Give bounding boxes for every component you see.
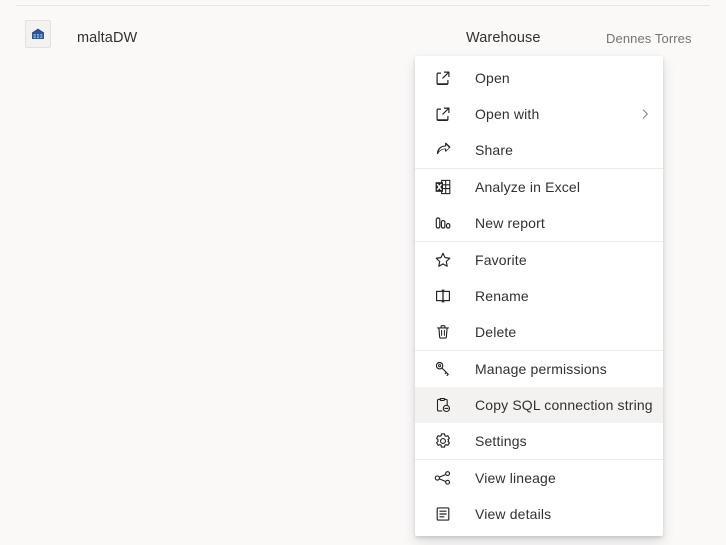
key-icon	[433, 359, 453, 379]
menu-item-label: Open	[475, 70, 510, 86]
menu-group: Analyze in Excel New report	[415, 168, 663, 241]
menu-group: View lineage View details	[415, 459, 663, 532]
menu-item-label: New report	[475, 215, 545, 231]
warehouse-icon	[25, 20, 51, 48]
menu-item-settings[interactable]: Settings	[415, 423, 663, 459]
menu-item-share[interactable]: Share	[415, 132, 663, 168]
rename-icon	[433, 286, 453, 306]
copy-link-icon	[433, 395, 453, 415]
item-name[interactable]: maltaDW	[77, 30, 137, 46]
menu-item-copy-sql-connection-string[interactable]: Copy SQL connection string	[415, 387, 663, 423]
menu-item-label: Analyze in Excel	[475, 179, 581, 195]
context-menu[interactable]: Open Open with Share Analyze in Excel New re…	[415, 56, 663, 536]
item-type: Warehouse	[466, 30, 541, 46]
trash-icon	[433, 322, 453, 342]
menu-item-delete[interactable]: Delete	[415, 314, 663, 350]
menu-item-manage-permissions[interactable]: Manage permissions	[415, 351, 663, 387]
menu-item-label: Delete	[475, 324, 517, 340]
menu-item-analyze-in-excel[interactable]: Analyze in Excel	[415, 169, 663, 205]
menu-item-label: View lineage	[475, 470, 556, 486]
lineage-icon	[433, 468, 453, 488]
menu-item-label: Copy SQL connection string	[475, 397, 653, 413]
menu-item-label: Manage permissions	[475, 361, 607, 377]
menu-item-label: Favorite	[475, 252, 527, 268]
chevron-right-icon[interactable]	[637, 106, 653, 122]
menu-item-open[interactable]: Open	[415, 60, 663, 96]
share-icon	[433, 140, 453, 160]
menu-item-view-details[interactable]: View details	[415, 496, 663, 532]
menu-group: Manage permissions Copy SQL connection st…	[415, 350, 663, 459]
bar-chart-icon	[433, 213, 453, 233]
menu-item-label: Rename	[475, 288, 529, 304]
details-icon	[433, 504, 453, 524]
menu-item-open-with[interactable]: Open with	[415, 96, 663, 132]
menu-item-label: Share	[475, 142, 514, 158]
menu-item-rename[interactable]: Rename	[415, 278, 663, 314]
menu-item-label: Open with	[475, 106, 540, 122]
workspace-item-row[interactable]: maltaDW Warehouse Dennes Torres	[0, 6, 726, 58]
menu-item-new-report[interactable]: New report	[415, 205, 663, 241]
excel-icon	[433, 177, 453, 197]
menu-item-label: View details	[475, 506, 552, 522]
open-external-icon	[433, 68, 453, 88]
menu-group: Open Open with Share	[415, 60, 663, 168]
menu-item-view-lineage[interactable]: View lineage	[415, 460, 663, 496]
menu-item-favorite[interactable]: Favorite	[415, 242, 663, 278]
menu-group: Favorite Rename Delete	[415, 241, 663, 350]
gear-icon	[433, 431, 453, 451]
menu-item-label: Settings	[475, 433, 527, 449]
star-icon	[433, 250, 453, 270]
open-external-icon	[433, 104, 453, 124]
item-owner: Dennes Torres	[606, 31, 692, 46]
